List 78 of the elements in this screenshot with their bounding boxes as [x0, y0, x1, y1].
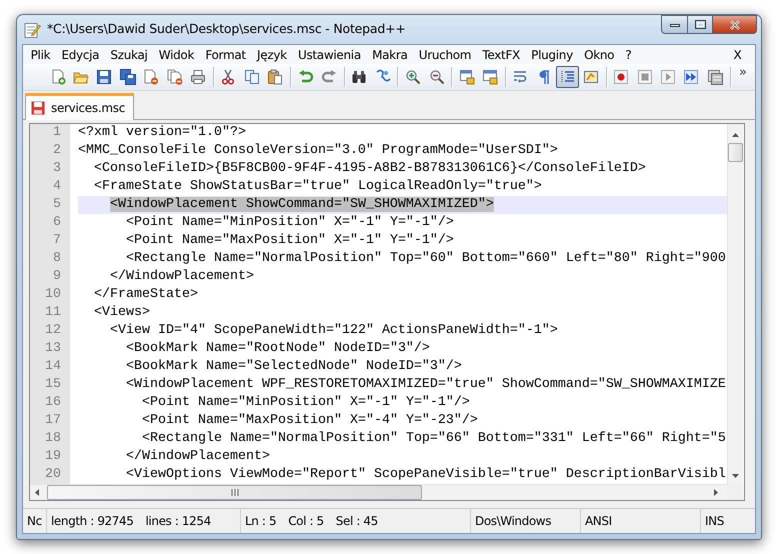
status-text: lines : 1254 — [146, 514, 211, 528]
vertical-scrollbar[interactable] — [727, 124, 743, 484]
menu-item[interactable]: Makra — [366, 48, 414, 62]
line-number: 7 — [53, 232, 61, 250]
line-number: 15 — [45, 376, 61, 394]
grip-icon — [230, 489, 238, 496]
status-text: INS — [705, 514, 724, 528]
menu-item[interactable]: Ustawienia — [292, 48, 366, 62]
code-line: <MMC_ConsoleFile ConsoleVersion="3.0" ProgramMode="UserSDI"> — [78, 143, 558, 158]
code-line: <WindowPlacement WPF_RESTORETOMAXIMIZED="true" ShowCommand="SW_SHOWMAXIMIZE — [126, 377, 726, 392]
menu-item[interactable]: Szukaj — [104, 48, 154, 62]
line-number: 9 — [53, 268, 61, 286]
line-number: 3 — [53, 160, 61, 178]
line-number: 6 — [53, 214, 61, 232]
line-number: 2 — [53, 142, 61, 160]
status-text: Col : 5 — [288, 514, 324, 528]
status-text: ANSI — [585, 514, 612, 528]
maximize-icon — [694, 20, 706, 29]
line-number: 11 — [45, 304, 61, 322]
line-number: 19 — [45, 448, 61, 466]
line-number: 20 — [45, 466, 61, 484]
code-line: <BookMark Name="RootNode" NodeID="3"/> — [126, 341, 430, 356]
code-line: </WindowPlacement> — [110, 269, 254, 284]
line-number: 17 — [45, 412, 61, 430]
close-icon — [728, 20, 740, 30]
menu-item[interactable]: Widok — [153, 48, 200, 62]
menu-item[interactable]: Format — [200, 48, 252, 62]
line-number: 13 — [45, 340, 61, 358]
indent-guide-icon[interactable] — [556, 66, 580, 88]
code-line: <?xml version="1.0"?> — [78, 125, 246, 140]
line-number: 18 — [45, 430, 61, 448]
scrollbar-thumb[interactable] — [47, 485, 422, 500]
menu-item[interactable]: Edycja — [56, 48, 105, 62]
maximize-button[interactable] — [687, 15, 713, 34]
code-line: <Rectangle Name="NormalPosition" Top="66" Bottom="331" Left="66" Right="5 — [142, 431, 726, 446]
code-line: <Point Name="MaxPosition" X="-1" Y="-1"/> — [126, 233, 454, 248]
close-document-button[interactable]: X — [728, 48, 747, 62]
menu-item[interactable]: Pluginy — [526, 48, 578, 62]
notepad-icon — [23, 21, 41, 39]
status-text: Dos\Windows — [475, 514, 552, 528]
code-line: <Rectangle Name="NormalPosition" Top="60" Bottom="660" Left="80" Right="900 — [126, 251, 726, 266]
status-text: Sel : 45 — [336, 514, 378, 528]
menu-item[interactable]: ? — [620, 48, 638, 62]
code-line: <ConsoleFileID>{B5F8CB00-9F4F-4195-A8B2-B878313061C6}</ConsoleFileID> — [94, 161, 646, 176]
status-text: Nc — [27, 514, 42, 528]
code-line: <Point Name="MinPosition" X="-1" Y="-1"/> — [126, 215, 454, 230]
line-number: 1 — [53, 124, 61, 142]
menu-item[interactable]: Okno — [578, 48, 620, 62]
line-number: 5 — [53, 196, 61, 214]
status-text: length : 92745 — [51, 514, 134, 528]
code-line: <View ID="4" ScopePaneWidth="122" ActionsPaneWidth="-1"> — [110, 323, 558, 338]
scrollbar-thumb[interactable] — [728, 143, 743, 162]
line-number: 14 — [45, 358, 61, 376]
line-number: 10 — [45, 286, 61, 304]
code-line: <Point Name="MinPosition" X="-1" Y="-1"/> — [142, 395, 470, 410]
menu-item[interactable]: Język — [251, 48, 292, 62]
code-line: <BookMark Name="SelectedNode" NodeID="3"/> — [126, 359, 462, 374]
window-title: *C:\Users\Dawid Suder\Desktop\services.msc - Notepad++ — [47, 21, 406, 36]
code-line: <Point Name="MaxPosition" X="-4" Y="-23"/> — [142, 413, 478, 428]
line-number: 8 — [53, 250, 61, 268]
minimize-icon — [670, 22, 680, 28]
code-line: <Views> — [94, 305, 150, 320]
code-line: </FrameState> — [94, 287, 198, 302]
file-tab[interactable]: services.msc — [25, 93, 134, 120]
menu-item[interactable]: Uruchom — [413, 48, 477, 62]
code-line: <FrameState ShowStatusBar="true" LogicalReadOnly="true"> — [94, 179, 542, 194]
close-button[interactable] — [713, 15, 757, 34]
minimize-button[interactable] — [661, 15, 687, 34]
status-text: Ln : 5 — [245, 514, 276, 528]
line-number: 12 — [45, 322, 61, 340]
toolbar-overflow-button[interactable]: » — [739, 65, 747, 80]
menu-item[interactable]: TextFX — [476, 48, 526, 62]
horizontal-scrollbar[interactable] — [30, 484, 727, 500]
line-number: 4 — [53, 178, 61, 196]
code-line: </WindowPlacement> — [126, 449, 270, 464]
menu-item[interactable]: Plik — [25, 48, 56, 62]
code-line: <ViewOptions ViewMode="Report" ScopePaneVisible="true" DescriptionBarVisibl — [126, 467, 726, 482]
line-number: 16 — [45, 394, 61, 412]
